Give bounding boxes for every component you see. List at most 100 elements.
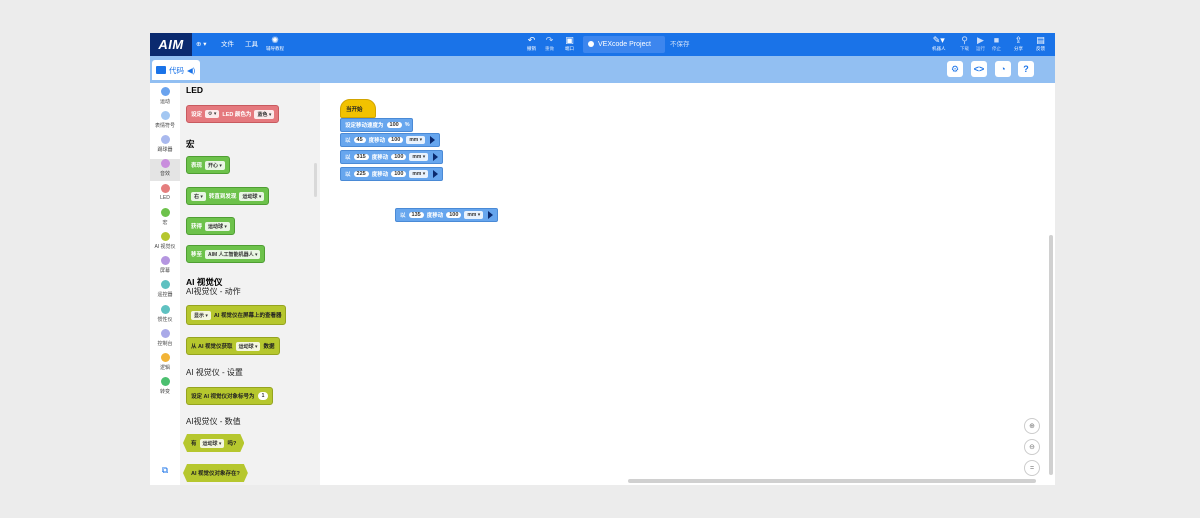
device-settings-button[interactable]: ⚙ [947, 61, 963, 77]
category-dot [160, 87, 170, 96]
subsection-ai-actions: AI视觉仪 - 动作 [186, 287, 241, 296]
run-button[interactable]: ▶ 运行 [976, 35, 985, 55]
category-controller[interactable]: 遥控器 [150, 280, 180, 302]
macro-get-block[interactable]: 获得 运动球 [186, 217, 235, 235]
set-speed-block[interactable]: 设定移动速度为 100 % [340, 118, 413, 132]
expand-arrow-icon[interactable] [430, 136, 436, 144]
secondary-bar: 代码 ◀) ⚙ <> ◔ ? [150, 56, 1055, 83]
robot-button[interactable]: ✎▾ 机器人 [932, 35, 946, 55]
when-started-block[interactable]: 当开始 [340, 99, 376, 118]
dashboard-button[interactable]: ◔ [995, 61, 1011, 77]
category-variables[interactable]: 转变 [150, 377, 180, 399]
language-menu[interactable]: ⊕ ▾ [196, 33, 207, 56]
code-workspace[interactable]: 当开始 设定移动速度为 100 % 以 45 度移动 100 mm 以 315 … [320, 83, 1055, 485]
file-menu[interactable]: 文件 [221, 33, 234, 56]
distance-input[interactable]: 100 [446, 212, 462, 218]
category-sound[interactable]: 音效 [150, 159, 180, 181]
category-logic[interactable]: 逻辑 [150, 353, 180, 375]
loose-move-at-angle-block[interactable]: 以 135 度移动 100 mm [395, 208, 499, 222]
category-motion[interactable]: 运动 [150, 87, 180, 109]
extensions-button[interactable]: ⧉ [156, 465, 174, 479]
help-button[interactable]: ? [1018, 61, 1034, 77]
object-dropdown[interactable]: 运动球 [235, 341, 261, 351]
category-inertial[interactable]: 惯性仪 [150, 305, 180, 327]
undo-icon: ↶ [527, 35, 536, 45]
ai-set-object-block[interactable]: 设定 AI 视觉仪对象标号为 1 [186, 387, 274, 405]
feedback-button[interactable]: ▤ 反馈 [1036, 35, 1045, 55]
object-dropdown[interactable]: 运动球 [239, 191, 265, 201]
distance-input[interactable]: 100 [391, 154, 407, 160]
zoom-in-button[interactable]: ⊕ [1024, 418, 1040, 434]
object-dropdown[interactable]: 运动球 [200, 439, 225, 448]
category-console[interactable]: 控制台 [150, 329, 180, 351]
move-at-angle-block[interactable]: 以 45 度移动 100 mm [340, 133, 441, 147]
emotion-dropdown[interactable]: 开心 [205, 160, 225, 170]
category-dot [160, 135, 170, 144]
unit-dropdown[interactable]: mm [464, 211, 484, 219]
help-icon: ? [1023, 64, 1029, 74]
project-name-field[interactable]: VEXcode Project [583, 36, 665, 53]
category-macro[interactable]: 宏 [150, 208, 180, 230]
undo-button[interactable]: ↶ 撤销 [527, 35, 536, 55]
speed-input[interactable]: 100 [386, 122, 402, 128]
direction-dropdown[interactable]: 右 [191, 191, 206, 201]
category-emoji[interactable]: 表情符号 [150, 111, 180, 133]
move-at-angle-block[interactable]: 以 225 度移动 100 mm [340, 167, 444, 181]
category-screen[interactable]: 屏幕 [150, 256, 180, 278]
macro-turn-until-block[interactable]: 右 转直到发现 运动球 [186, 187, 270, 205]
led-select-icon[interactable]: ⚙ [205, 110, 220, 118]
ai-object-exists-block[interactable]: AI 视觉仪对象存在? [183, 464, 248, 482]
redo-button[interactable]: ↷ 重做 [545, 35, 554, 55]
distance-input[interactable]: 100 [388, 137, 404, 143]
distance-input[interactable]: 100 [391, 171, 407, 177]
object-dropdown[interactable]: 运动球 [205, 221, 230, 231]
expand-arrow-icon[interactable] [488, 211, 494, 219]
unit-dropdown[interactable]: mm [406, 136, 426, 144]
tools-menu[interactable]: 工具 [245, 33, 258, 56]
angle-input[interactable]: 45 [353, 137, 366, 143]
ai-show-viewer-block[interactable]: 显示 AI 视觉仪在屏幕上的查看器 [186, 305, 287, 325]
zoom-reset-button[interactable]: = [1024, 460, 1040, 476]
app-window: AIM ⊕ ▾ 文件 工具 ✺ 辅导教程 ↶ 撤销 ↷ 重做 ▣ 端口 VEXc… [150, 33, 1055, 485]
move-at-angle-block[interactable]: 以 315 度移动 100 mm [340, 150, 444, 164]
color-dropdown[interactable]: 蓝色 [254, 109, 275, 119]
expand-arrow-icon[interactable] [433, 153, 439, 161]
tutorial-button[interactable]: ✺ 辅导教程 [266, 35, 284, 55]
led-color-block[interactable]: 设定 ⚙ LED 颜色为 蓝色 [186, 105, 280, 123]
section-title-led: LED [186, 85, 203, 95]
angle-input[interactable]: 135 [408, 212, 424, 218]
category-list: 运动 表情符号 踢球器 音效 LED 宏 AI 视觉仪 屏幕 遥控器 惯性仪 控… [150, 83, 180, 485]
gauge-icon: ◔ [1000, 64, 1006, 74]
ai-get-data-block[interactable]: 从 AI 视觉仪获取 运动球 数据 [186, 337, 280, 355]
object-index-input[interactable]: 1 [257, 392, 269, 400]
unit-dropdown[interactable]: mm [409, 153, 429, 161]
share-button[interactable]: ⇪ 分享 [1014, 35, 1023, 55]
speaker-icon: ◀) [187, 65, 196, 75]
workspace-horizontal-scrollbar[interactable] [628, 479, 1036, 483]
category-led[interactable]: LED [150, 184, 180, 206]
category-dot [160, 377, 170, 386]
macro-act-block[interactable]: 表现 开心 [186, 156, 230, 174]
port-button[interactable]: ▣ 端口 [565, 35, 574, 55]
download-button[interactable]: ⚲ 下载 [960, 35, 969, 55]
stop-button[interactable]: ■ 停止 [992, 35, 1001, 55]
workspace-vertical-scrollbar[interactable] [1049, 235, 1053, 475]
expand-arrow-icon[interactable] [433, 170, 439, 178]
unit-dropdown[interactable]: mm [409, 170, 429, 178]
project-icon [588, 41, 594, 47]
code-viewer-button[interactable]: <> [971, 61, 987, 77]
target-dropdown[interactable]: AIM 人工智能机器人 [205, 249, 261, 259]
ai-has-object-block[interactable]: 有 运动球 吗? [183, 434, 244, 452]
macro-move-to-block[interactable]: 移至 AIM 人工智能机器人 [186, 245, 266, 263]
angle-input[interactable]: 225 [353, 171, 369, 177]
lightbulb-icon: ✺ [271, 35, 279, 45]
show-dropdown[interactable]: 显示 [191, 310, 211, 320]
subsection-ai-values: AI视觉仪 - 数值 [186, 417, 241, 426]
zoom-out-button[interactable]: ⊖ [1024, 439, 1040, 455]
category-ai-vision[interactable]: AI 视觉仪 [150, 232, 180, 254]
angle-input[interactable]: 315 [353, 154, 369, 160]
palette-scrollbar[interactable] [314, 163, 317, 197]
category-dot [160, 111, 170, 120]
category-kicker[interactable]: 踢球器 [150, 135, 180, 157]
code-tab[interactable]: 代码 ◀) [152, 60, 200, 80]
